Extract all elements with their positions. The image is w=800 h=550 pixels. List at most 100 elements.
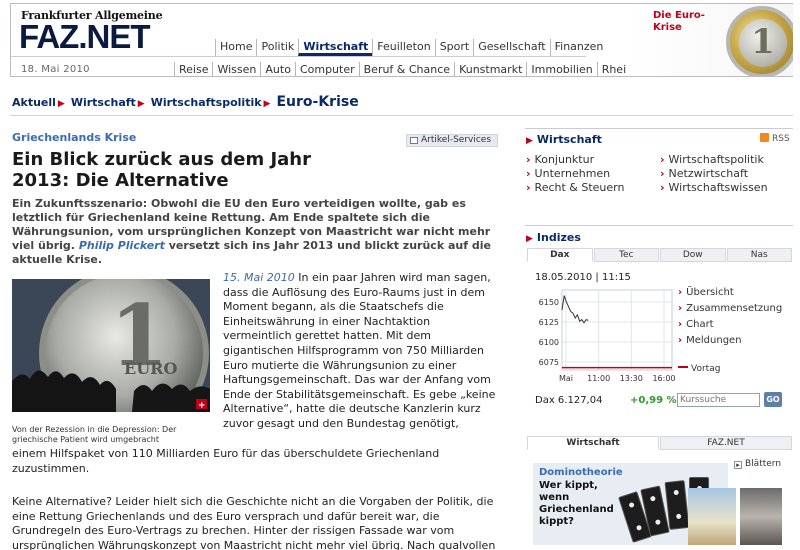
- nav-home[interactable]: Home: [215, 39, 256, 56]
- nav-beruf[interactable]: Beruf & Chance: [358, 62, 454, 77]
- blaettern-label: Blättern: [745, 459, 782, 469]
- promo-line-2: Krise: [653, 22, 682, 33]
- link-zusammensetzung[interactable]: Zusammensetzung: [678, 301, 782, 317]
- nav-finanzen[interactable]: Finanzen: [549, 39, 608, 56]
- euro-coin-crowd-image: 1 EURO +: [12, 279, 210, 412]
- page-forward-icon: ▸: [734, 461, 742, 469]
- index-links: Übersicht Zusammensetzung Chart Meldunge…: [678, 285, 782, 349]
- link-uebersicht[interactable]: Übersicht: [678, 285, 782, 301]
- rss-label: RSS: [772, 134, 790, 144]
- beach-thumbnail[interactable]: [688, 488, 736, 545]
- index-tabs: Dax Tec Dow Nas: [527, 248, 793, 262]
- article-services-button[interactable]: Artikel-Services: [406, 134, 498, 147]
- chevron-right-icon: ▶: [263, 99, 271, 109]
- indizes-section-title[interactable]: ▶ Indizes: [526, 231, 581, 244]
- faz-logo[interactable]: FAZ.NET: [19, 19, 150, 55]
- domino-icon: [664, 480, 690, 530]
- y-tick-label: 6150: [539, 298, 559, 307]
- teaser-kicker: Dominotheorie: [539, 467, 623, 478]
- tab-nas[interactable]: Nas: [726, 248, 792, 262]
- site-header: Frankfurter Allgemeine FAZ.NET Home Poli…: [10, 3, 793, 77]
- legend-swatch: [678, 366, 688, 368]
- portrait-thumbnail[interactable]: [740, 488, 782, 545]
- nav-kunstmarkt[interactable]: Kunstmarkt: [454, 62, 526, 77]
- y-tick-label: 6100: [539, 338, 559, 347]
- bottom-tabs: Wirtschaft FAZ.NET: [527, 436, 793, 450]
- article-kicker[interactable]: Griechenlands Krise: [12, 131, 136, 144]
- article-body-column: 15. Mai 2010 In ein paar Jahren wird man…: [223, 271, 499, 432]
- breadcrumb: Aktuell ▶ Wirtschaft ▶ Wirtschaftspolitik ▶…: [12, 94, 359, 110]
- crumb-wirtschaftspolitik[interactable]: Wirtschaftspolitik: [151, 96, 262, 109]
- nav-divider: [11, 56, 586, 57]
- triangle-right-icon: ▶: [526, 136, 533, 146]
- primary-nav: Home Politik Wirtschaft Feuilleton Sport…: [215, 39, 607, 56]
- nav-immobilien[interactable]: Immobilien: [526, 62, 596, 77]
- rss-icon: [760, 133, 769, 142]
- euro-crisis-promo[interactable]: Die Euro- Krise 1: [626, 4, 793, 76]
- nav-reise[interactable]: Reise: [174, 62, 212, 77]
- nav-wissen[interactable]: Wissen: [212, 62, 260, 77]
- index-change: +0,99 %: [630, 395, 677, 406]
- tab-dow[interactable]: Dow: [660, 248, 726, 262]
- nav-gesellschaft[interactable]: Gesellschaft: [473, 39, 549, 56]
- author-link[interactable]: Philip Plickert: [79, 239, 165, 252]
- chart-legend: Vortag: [678, 364, 720, 374]
- tab-tec[interactable]: Tec: [593, 248, 659, 262]
- rss-link[interactable]: RSS: [760, 133, 790, 144]
- svg-text:+: +: [198, 401, 206, 411]
- headline-line-2: 2013: Die Alternative: [12, 170, 229, 191]
- link-chart[interactable]: Chart: [678, 317, 782, 333]
- link-netzwirtschaft[interactable]: Netzwirtschaft: [660, 167, 768, 181]
- x-tick-label: Mai: [559, 374, 573, 383]
- link-konjunktur[interactable]: Konjunktur: [526, 153, 624, 167]
- tab-faz-net[interactable]: FAZ.NET: [660, 436, 792, 450]
- wirtschaft-links-right: Wirtschaftspolitik Netzwirtschaft Wirtsc…: [660, 153, 768, 195]
- nav-wirtschaft[interactable]: Wirtschaft: [298, 39, 373, 56]
- crumb-current: Euro-Krise: [276, 94, 359, 110]
- nav-politik[interactable]: Politik: [256, 39, 298, 56]
- article-body-p1: In ein paar Jahren wird man sagen, dass …: [223, 271, 496, 430]
- article-photo[interactable]: 1 EURO +: [12, 279, 210, 412]
- kurssuche-input[interactable]: [677, 393, 760, 407]
- euro-coin-icon: 1: [726, 6, 793, 76]
- coin-digit: 1: [739, 19, 787, 67]
- wirtschaft-section-title[interactable]: ▶ Wirtschaft: [526, 133, 602, 146]
- crumb-aktuell[interactable]: Aktuell: [12, 96, 56, 109]
- index-datetime: 18.05.2010 | 11:15: [535, 272, 631, 283]
- crumb-wirtschaft[interactable]: Wirtschaft: [71, 96, 136, 109]
- nav-auto[interactable]: Auto: [260, 62, 295, 77]
- legend-label: Vortag: [691, 364, 721, 374]
- chevron-right-icon: ▶: [137, 99, 145, 109]
- dax-intraday-chart[interactable]: Mai 11:00 13:30 16:00 6150 6125 6100 6075: [532, 288, 675, 388]
- index-value: Dax 6.127,04: [535, 395, 603, 406]
- secondary-nav: Reise Wissen Auto Computer Beruf & Chanc…: [174, 62, 667, 77]
- photo-caption: Von der Rezession in die Depression: Der…: [12, 425, 177, 444]
- link-unternehmen[interactable]: Unternehmen: [526, 167, 624, 181]
- services-icon: [410, 137, 418, 144]
- x-tick-label: 11:00: [587, 374, 610, 383]
- tab-dax[interactable]: Dax: [527, 248, 593, 262]
- wirtschaft-links-left: Konjunktur Unternehmen Recht & Steuern: [526, 153, 625, 195]
- blaettern-link[interactable]: ▸ Blättern: [734, 459, 781, 469]
- nav-computer[interactable]: Computer: [294, 62, 359, 77]
- breadcrumb-divider: [10, 115, 793, 116]
- link-wirtschaftswissen[interactable]: Wirtschaftswissen: [660, 181, 768, 195]
- wirtschaft-box-rule: [525, 128, 793, 129]
- go-button[interactable]: GO: [764, 392, 782, 407]
- y-tick-label: 6075: [539, 358, 559, 367]
- y-tick-label: 6125: [539, 318, 559, 327]
- link-wirtschaftspolitik[interactable]: Wirtschaftspolitik: [660, 153, 768, 167]
- link-recht-steuern[interactable]: Recht & Steuern: [526, 181, 625, 195]
- article-body-p1-end: einem Hilfspaket von 110 Milliarden Euro…: [12, 447, 440, 475]
- current-date: 18. Mai 2010: [21, 64, 90, 75]
- link-meldungen[interactable]: Meldungen: [678, 333, 782, 349]
- article-date: 15. Mai 2010: [223, 271, 295, 284]
- nav-sport[interactable]: Sport: [434, 39, 474, 56]
- indizes-title-text: Indizes: [536, 231, 581, 244]
- nav-feuilleton[interactable]: Feuilleton: [372, 39, 434, 56]
- headline-line-1: Ein Blick zurück aus dem Jahr: [12, 149, 311, 170]
- article-teaser: Ein Zukunftsszenario: Obwohl die EU den …: [12, 197, 500, 267]
- tab-wirtschaft[interactable]: Wirtschaft: [527, 436, 659, 450]
- chevron-right-icon: ▶: [57, 99, 65, 109]
- triangle-right-icon: ▶: [526, 234, 533, 244]
